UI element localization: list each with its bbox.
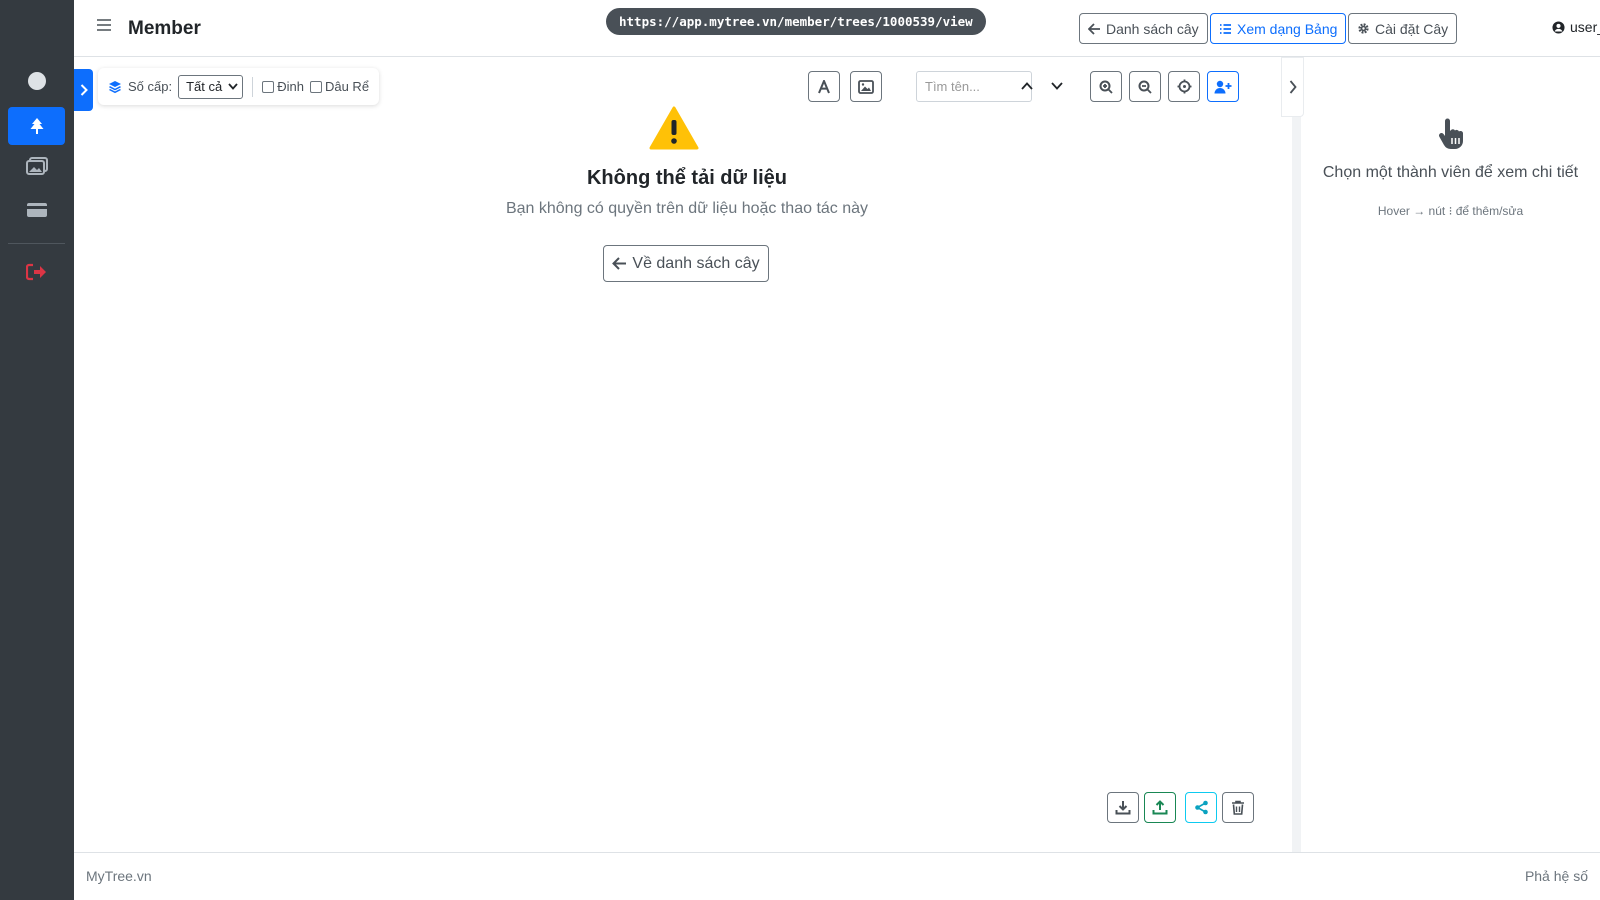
image-toggle-button[interactable]	[850, 71, 882, 102]
gear-icon	[1358, 23, 1369, 34]
upload-icon	[1152, 800, 1168, 815]
user-menu[interactable]: user_b@exa...	[1552, 19, 1600, 35]
user-circle-icon	[1552, 20, 1565, 34]
list-icon	[1220, 23, 1231, 34]
checkbox-dinh[interactable]: Đinh	[262, 79, 304, 94]
circle-icon	[27, 72, 46, 90]
warning-icon	[649, 106, 699, 155]
user-email: user_b@exa...	[1570, 19, 1600, 35]
tree-icon	[30, 118, 43, 134]
share-icon	[1194, 800, 1208, 815]
error-title: Không thể tải dữ liệu	[586, 167, 788, 189]
checkbox-dinh-box[interactable]	[262, 80, 275, 93]
download-button[interactable]	[1107, 792, 1139, 823]
pointer-hand-icon	[1437, 118, 1465, 155]
delete-button[interactable]	[1222, 792, 1254, 823]
font-icon	[818, 79, 830, 93]
zoom-in-icon	[1099, 80, 1113, 94]
user-plus-icon	[1214, 80, 1232, 93]
sidebar-item-logout[interactable]	[8, 253, 65, 291]
hamburger-icon	[97, 19, 111, 31]
right-panel-toggle[interactable]	[1281, 57, 1304, 117]
levels-selected-value: Tất cả	[186, 79, 223, 94]
panel-splitter[interactable]	[1292, 57, 1301, 852]
font-button[interactable]	[808, 71, 840, 102]
panel-prompt: Chọn một thành viên để xem chi tiết	[1322, 164, 1579, 181]
back-button-label: Về danh sách cây	[632, 254, 760, 272]
search-next-button[interactable]	[1047, 76, 1067, 96]
card-icon	[26, 203, 47, 217]
arrow-left-icon	[612, 257, 627, 270]
image-icon	[858, 79, 874, 94]
levels-label: Số cấp:	[128, 79, 173, 94]
footer-tagline: Phả hệ số	[1524, 868, 1588, 884]
table-view-label: Xem dạng Bảng	[1237, 20, 1338, 37]
arrow-left-icon	[1088, 22, 1100, 35]
zoom-out-icon	[1138, 80, 1152, 94]
tree-canvas: Số cấp: Tất cả Đinh Dâu Rể Tìm tên... Kh…	[74, 57, 1292, 852]
center-view-button[interactable]	[1168, 71, 1200, 102]
checkbox-dinh-label: Đinh	[277, 79, 304, 94]
checkbox-daure-label: Dâu Rể	[324, 79, 370, 94]
menu-toggle-button[interactable]	[96, 18, 112, 37]
footer: MyTree.vn Phả hệ số	[74, 852, 1600, 900]
share-button[interactable]	[1185, 792, 1217, 823]
crosshair-icon	[1177, 79, 1191, 94]
footer-brand: MyTree.vn	[86, 868, 152, 884]
logout-icon	[25, 263, 46, 281]
tree-settings-button[interactable]: Cài đặt Cây	[1348, 13, 1458, 44]
back-to-tree-list-button[interactable]: Về danh sách cây	[603, 245, 769, 282]
upload-button[interactable]	[1144, 792, 1176, 823]
error-message: Bạn không có quyền trên dữ liệu hoặc tha…	[505, 200, 869, 217]
member-detail-panel: Chọn một thành viên để xem chi tiết Hove…	[1301, 57, 1600, 852]
sidebar	[0, 0, 74, 900]
add-member-button[interactable]	[1207, 71, 1239, 102]
panel-hint: Hover → nút ⁝ để thêm/sửa	[1377, 204, 1524, 218]
zoom-out-button[interactable]	[1129, 71, 1161, 102]
tree-list-label: Danh sách cây	[1106, 20, 1199, 37]
checkbox-daure-box[interactable]	[309, 80, 322, 93]
url-display: https://app.mytree.vn/member/trees/10005…	[606, 8, 986, 35]
trash-icon	[1232, 800, 1244, 815]
layers-icon	[109, 80, 121, 93]
sidebar-item-billing[interactable]	[8, 191, 65, 229]
chevron-up-icon	[1021, 82, 1033, 90]
chevron-down-icon	[1051, 82, 1063, 90]
name-search-input[interactable]: Tìm tên...	[916, 71, 1032, 102]
sidebar-divider	[8, 243, 65, 244]
filter-bar: Số cấp: Tất cả Đinh Dâu Rể	[98, 68, 380, 105]
chevron-down-icon	[228, 83, 238, 90]
levels-select[interactable]: Tất cả	[178, 74, 244, 99]
top-header: Member https://app.mytree.vn/member/tree…	[74, 0, 1600, 57]
tree-settings-label: Cài đặt Cây	[1375, 20, 1449, 37]
chevron-right-icon	[1289, 80, 1297, 94]
page-title: Member	[128, 18, 201, 39]
sidebar-item-home[interactable]	[8, 62, 65, 100]
images-icon	[25, 157, 48, 175]
zoom-in-button[interactable]	[1090, 71, 1122, 102]
table-view-button[interactable]: Xem dạng Bảng	[1210, 13, 1347, 44]
checkbox-daure[interactable]: Dâu Rể	[309, 79, 370, 94]
download-icon	[1115, 801, 1131, 815]
search-prev-button[interactable]	[1017, 76, 1037, 96]
chevron-right-icon	[80, 84, 88, 96]
divider	[252, 76, 254, 97]
left-panel-toggle[interactable]	[74, 69, 93, 111]
sidebar-item-trees[interactable]	[8, 107, 65, 145]
sidebar-item-gallery[interactable]	[8, 147, 65, 185]
tree-list-button[interactable]: Danh sách cây	[1079, 13, 1208, 44]
